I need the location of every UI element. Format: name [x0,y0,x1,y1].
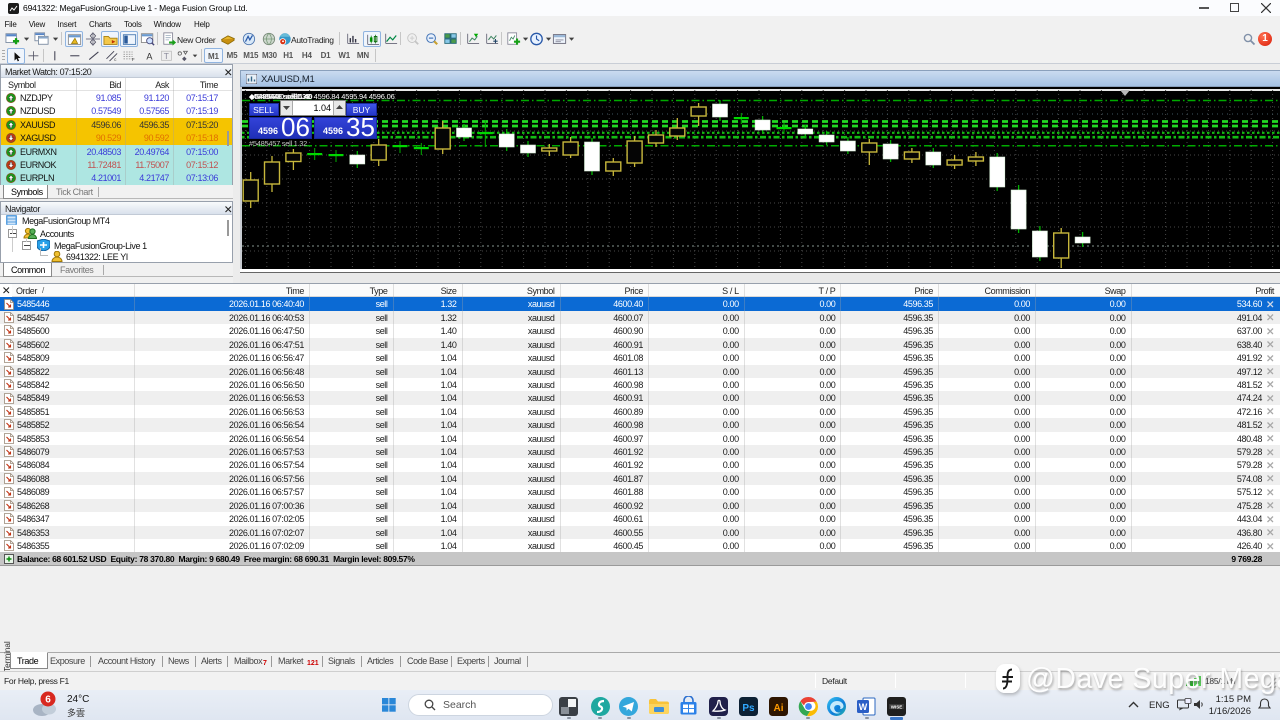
svg-text:W: W [859,702,868,712]
svg-text:6: 6 [45,695,51,706]
svg-text:Ps: Ps [742,703,755,714]
svg-text:Ai: Ai [774,703,784,714]
svg-text:A: A [146,52,153,62]
svg-text:WISE: WISE [891,705,903,710]
svg-text:c: c [114,57,117,62]
svg-text:T: T [164,51,169,61]
svg-text:F: F [132,57,135,62]
